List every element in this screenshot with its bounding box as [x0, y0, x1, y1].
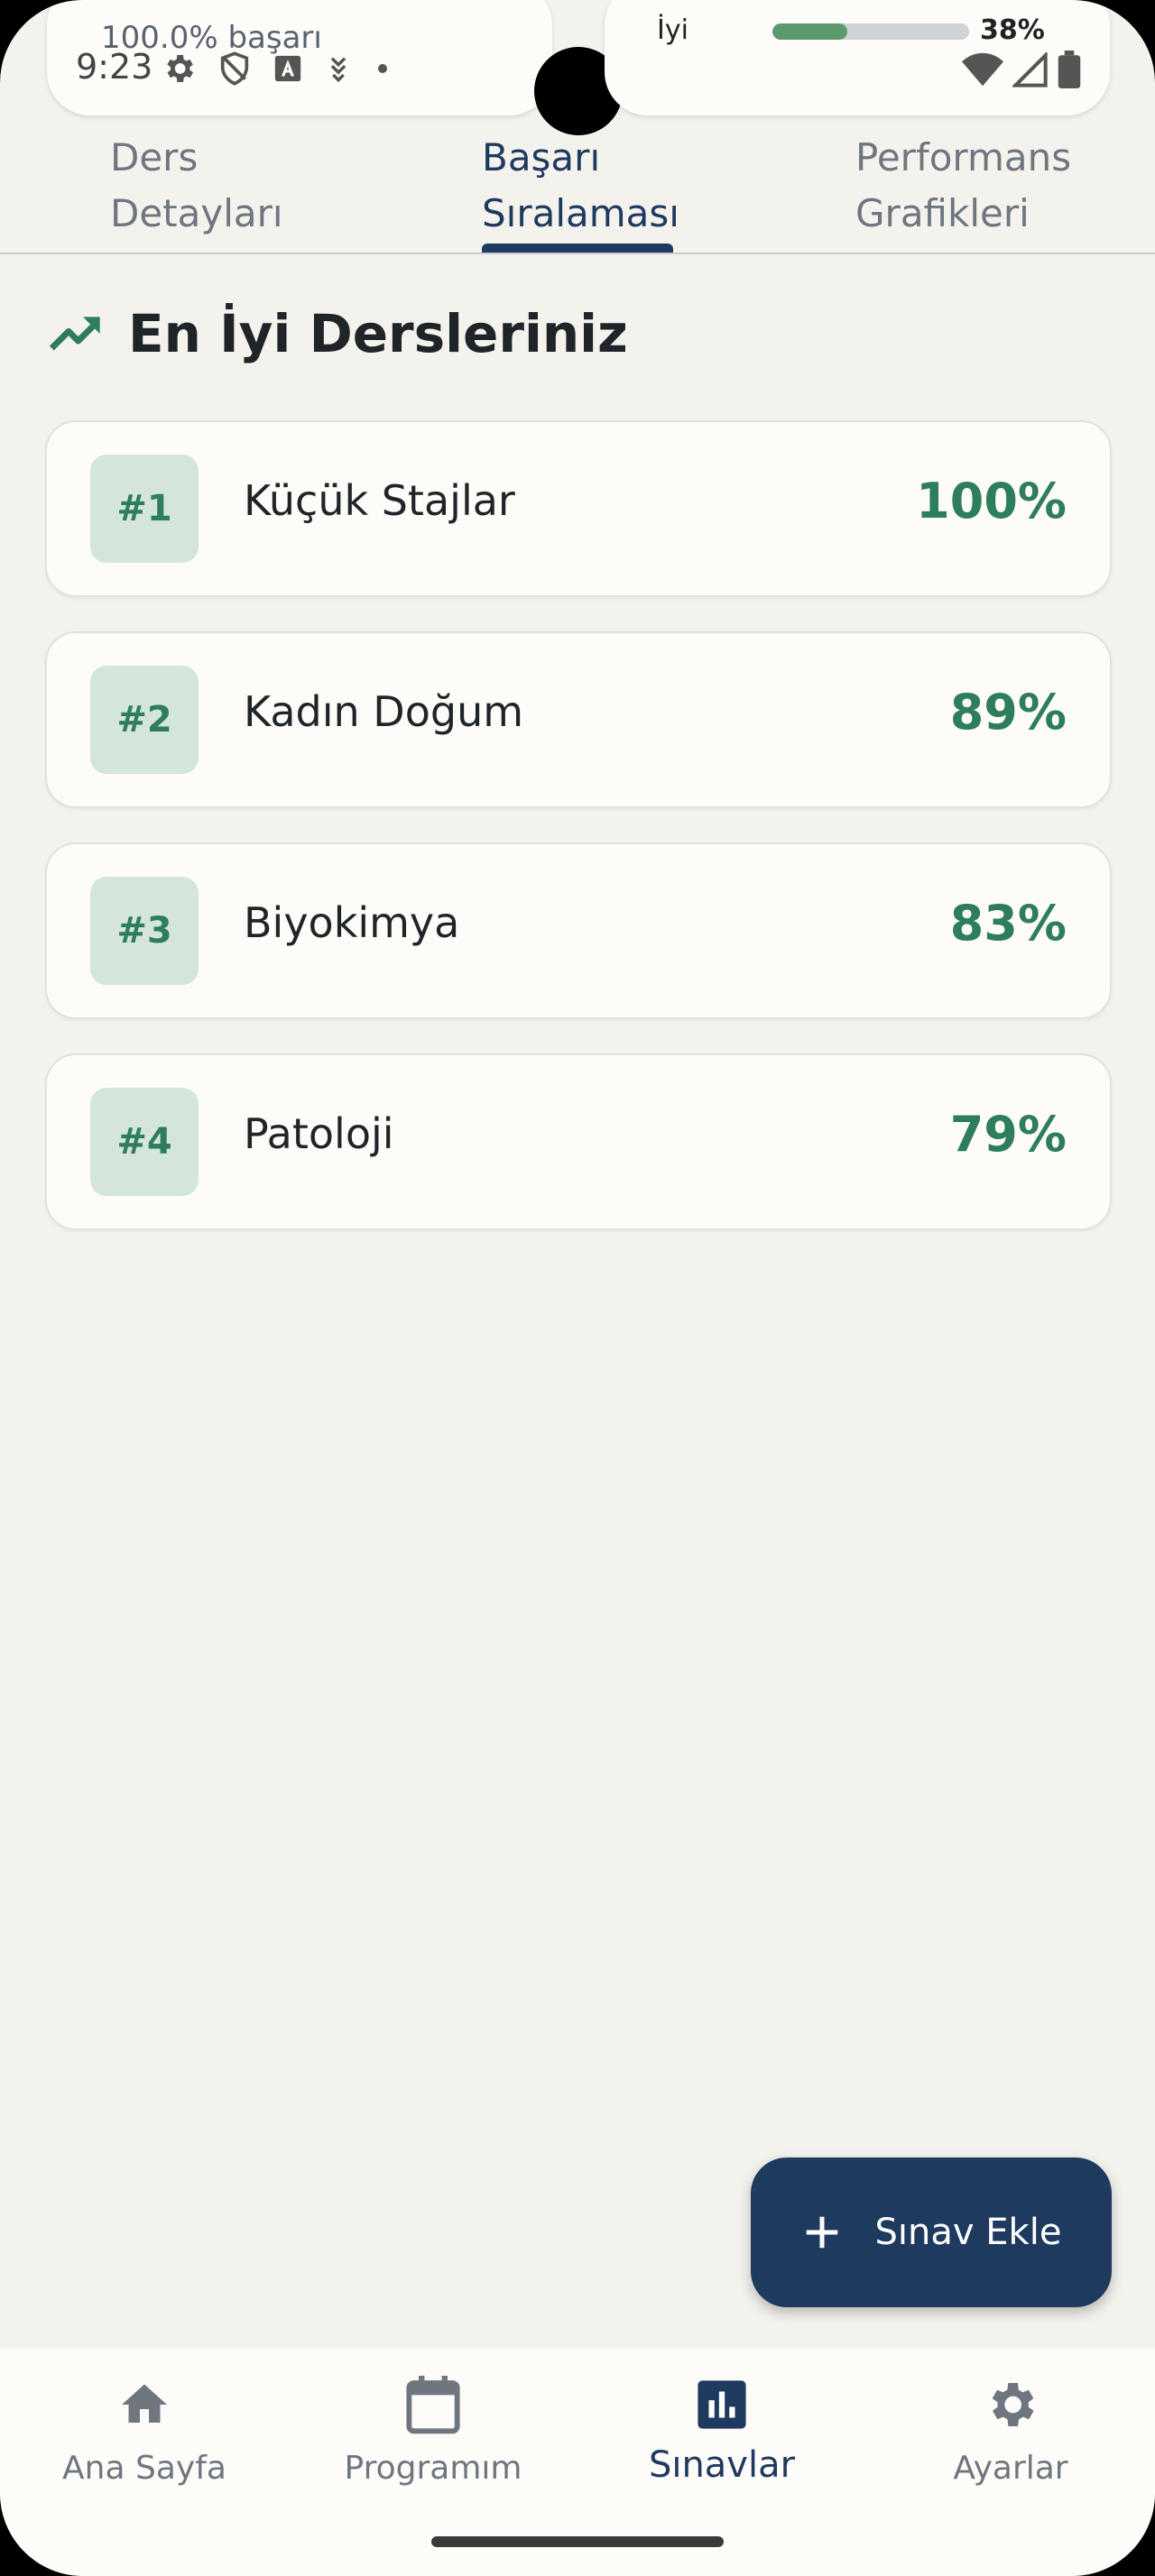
- course-score: 100%: [916, 473, 1067, 529]
- status-bar-left: 100.0% başarı 9:23: [47, 0, 552, 115]
- add-exam-button[interactable]: Sınav Ekle: [751, 2157, 1112, 2307]
- calendar-icon: [406, 2376, 460, 2434]
- text-status-icon: [274, 55, 301, 82]
- nav-label: Ayarlar: [953, 2450, 1068, 2487]
- quality-label: İyi: [657, 14, 688, 46]
- course-name: Küçük Stajlar: [244, 476, 515, 525]
- rank-badge: #1: [90, 455, 199, 563]
- status-clock: 9:23: [76, 47, 153, 87]
- nav-item-program[interactable]: Programım: [289, 2369, 578, 2487]
- ranking-card[interactable]: #4 Patoloji 79%: [45, 1053, 1112, 1230]
- home-icon: [122, 2384, 167, 2423]
- rank-badge: #2: [90, 666, 199, 774]
- course-score: 89%: [949, 684, 1067, 741]
- tab-label-line2: Detayları: [110, 191, 283, 235]
- course-name: Biyokimya: [244, 898, 460, 947]
- progress-bar-fill: [772, 23, 847, 40]
- gear-icon: [992, 2383, 1034, 2426]
- plus-icon: [806, 2216, 837, 2249]
- wifi-icon: [962, 52, 1003, 87]
- nav-label: Ana Sayfa: [62, 2450, 226, 2487]
- nav-item-home[interactable]: Ana Sayfa: [0, 2369, 289, 2487]
- ranking-card[interactable]: #2 Kadın Doğum 89%: [45, 631, 1112, 808]
- signal-icon: [1012, 52, 1048, 87]
- ranking-card[interactable]: #1 Küçük Stajlar 100%: [45, 420, 1112, 597]
- course-score: 79%: [949, 1106, 1067, 1163]
- course-score: 83%: [949, 895, 1067, 952]
- nav-label: Programım: [344, 2450, 522, 2487]
- tab-ders-detaylari[interactable]: Ders Detayları: [110, 130, 283, 242]
- add-exam-label: Sınav Ekle: [874, 2212, 1062, 2253]
- course-name: Kadın Doğum: [244, 687, 524, 736]
- course-name: Patoloji: [244, 1109, 394, 1158]
- progress-bar: [772, 23, 969, 40]
- tab-label-line2: Sıralaması: [482, 191, 679, 235]
- settings-status-icon: [167, 55, 193, 82]
- active-tab-indicator: [482, 244, 673, 253]
- ranking-card[interactable]: #3 Biyokimya 83%: [45, 842, 1112, 1019]
- tab-label-line2: Grafikleri: [855, 191, 1030, 235]
- tab-basari-siralamasi[interactable]: Başarı Sıralaması: [482, 130, 679, 242]
- tab-performans-grafikleri[interactable]: Performans Grafikleri: [855, 130, 1071, 242]
- tab-label-line1: Başarı: [482, 135, 601, 179]
- battery-icon: [1058, 51, 1081, 88]
- tab-label-line1: Ders: [110, 135, 199, 179]
- home-gesture-bar[interactable]: [431, 2536, 724, 2547]
- trending-up-icon: [49, 317, 100, 351]
- nav-item-exams[interactable]: Sınavlar: [578, 2369, 866, 2486]
- shield-status-icon: [220, 51, 249, 86]
- status-bar-right: İyi 38%: [605, 0, 1110, 115]
- nav-label: Sınavlar: [648, 2444, 796, 2486]
- download-status-icon: [330, 57, 346, 83]
- nav-item-settings[interactable]: Ayarlar: [866, 2369, 1155, 2487]
- tab-label-line1: Performans: [855, 135, 1072, 179]
- section-header: En İyi Dersleriniz: [47, 303, 628, 364]
- section-title: En İyi Dersleriniz: [128, 303, 628, 364]
- battery-percent: 38%: [980, 14, 1045, 46]
- tab-bar: Ders Detayları Başarı Sıralaması Perform…: [0, 117, 1155, 254]
- bar-chart-icon: [698, 2380, 746, 2429]
- rank-badge: #4: [90, 1088, 199, 1196]
- rank-badge: #3: [90, 877, 199, 985]
- dot-status-icon: [378, 64, 387, 73]
- app-screen: 100.0% başarı 9:23 İyi 38% Ders Detaylar…: [0, 0, 1155, 2576]
